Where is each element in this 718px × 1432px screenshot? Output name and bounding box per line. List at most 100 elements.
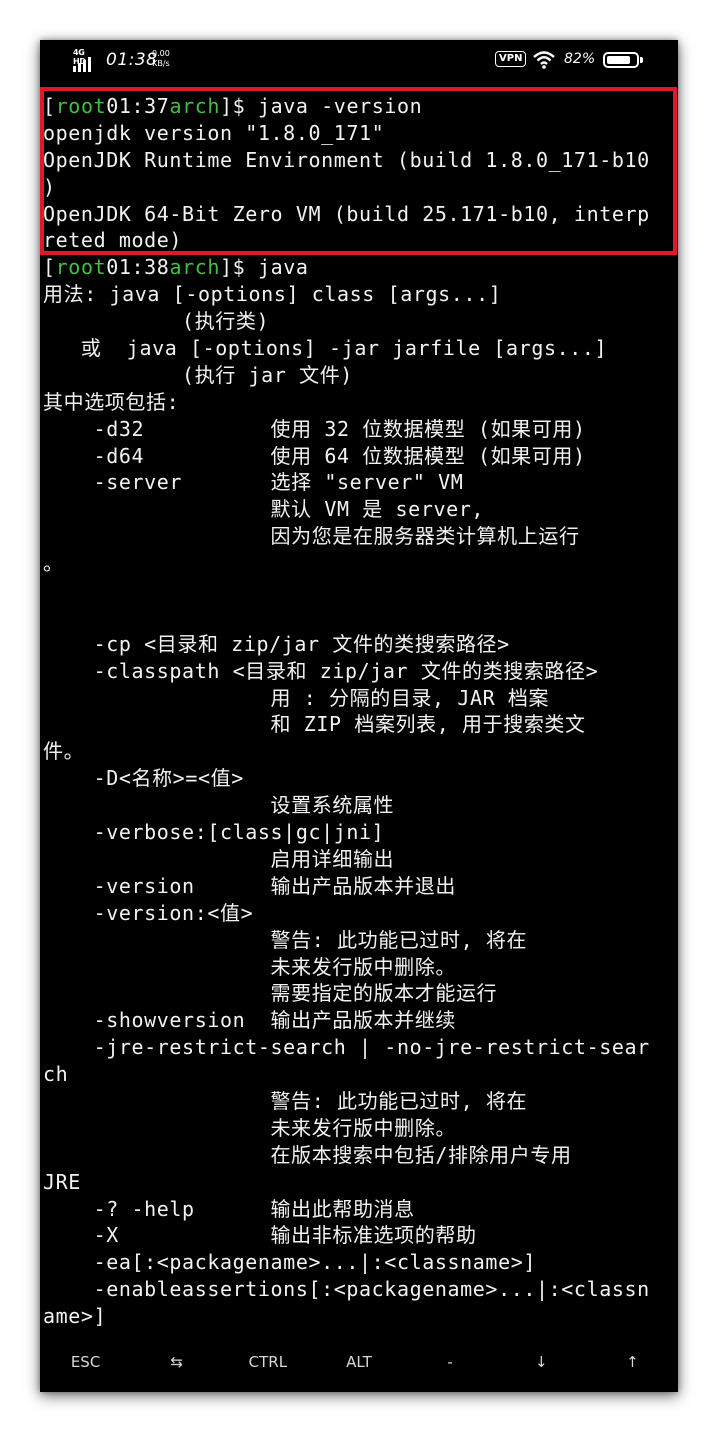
terminal-text: 01:38 — [106, 255, 170, 280]
clock: 01:38 — [106, 50, 158, 70]
terminal-text: -verbose:[class|gc|jni] — [43, 820, 385, 845]
terminal-text: openjdk version "1.8.0_171" — [43, 120, 385, 145]
wifi-icon — [532, 50, 556, 70]
terminal-text: -cp <目录和 zip/jar 文件的类搜索路径> — [43, 631, 510, 656]
terminal-text: 或 java [-options] -jar jarfile [args...] — [43, 336, 608, 361]
terminal-line: -server 选择 "server" VM — [43, 469, 673, 496]
terminal-line: reted mode) — [43, 227, 673, 254]
terminal-text: 其中选项包括: — [43, 389, 180, 414]
terminal-text: OpenJDK 64-Bit Zero VM (build 25.171-b10… — [43, 201, 650, 226]
terminal-line: 需要指定的版本才能运行 — [43, 980, 673, 1007]
terminal-line: OpenJDK Runtime Environment (build 1.8.0… — [43, 147, 673, 174]
terminal-text: -X 输出非标准选项的帮助 — [43, 1223, 477, 1248]
terminal-line: -version 输出产品版本并退出 — [43, 873, 673, 900]
tab-icon[interactable]: ⇆ — [131, 1353, 222, 1371]
terminal-line: -d32 使用 32 位数据模型 (如果可用) — [43, 416, 673, 443]
alt-key[interactable]: ALT — [313, 1353, 404, 1371]
terminal-text: -d64 使用 64 位数据模型 (如果可用) — [43, 443, 586, 468]
terminal-line: -showversion 输出产品版本并继续 — [43, 1007, 673, 1034]
terminal-line: 启用详细输出 — [43, 846, 673, 873]
terminal-text: [ — [43, 94, 56, 118]
prompt-highlight: root — [55, 94, 107, 118]
terminal-line: 或 java [-options] -jar jarfile [args...] — [43, 335, 673, 362]
terminal-line: 警告: 此功能已过时, 将在 — [43, 927, 673, 954]
terminal-line: -classpath <目录和 zip/jar 文件的类搜索路径> — [43, 658, 673, 685]
terminal-line: 用法: java [-options] class [args...] — [43, 281, 673, 308]
dash-key[interactable]: - — [405, 1353, 496, 1371]
terminal-text: -D<名称>=<值> — [43, 766, 244, 791]
terminal-text: 件。 — [43, 739, 85, 764]
terminal-line: -enableassertions[:<packagename>...|:<cl… — [43, 1276, 673, 1303]
esc-key[interactable]: ESC — [40, 1353, 131, 1371]
terminal-text: 默认 VM 是 server, — [43, 497, 485, 522]
terminal-line: ch — [43, 1061, 673, 1088]
terminal-line: (执行 jar 文件) — [43, 362, 673, 389]
terminal-line: 默认 VM 是 server, — [43, 496, 673, 523]
network-speed: 0.00 KB/s — [152, 49, 170, 69]
phone-screen: 4G HD 01:38 0.00 KB/s VPN 82% [root01:37… — [40, 40, 678, 1392]
terminal-text: (执行类) — [43, 309, 270, 334]
terminal-text: ]$ java -version — [220, 94, 423, 118]
terminal-line: ame>] — [43, 1303, 673, 1330]
terminal-line: openjdk version "1.8.0_171" — [43, 120, 673, 147]
arrow-up-icon[interactable]: ↑ — [587, 1353, 678, 1371]
terminal-text: 启用详细输出 — [43, 846, 395, 871]
terminal-text: -version:<值> — [43, 900, 254, 925]
terminal-line: 未来发行版中删除。 — [43, 1115, 673, 1142]
terminal-line: 未来发行版中删除。 — [43, 954, 673, 981]
terminal-text: 和 ZIP 档案列表, 用于搜索类文 — [43, 712, 586, 737]
terminal-text: 未来发行版中删除。 — [43, 954, 456, 979]
terminal-line: [root01:37arch]$ java -version — [43, 93, 673, 120]
vpn-badge: VPN — [495, 51, 527, 67]
terminal-line: 在版本搜索中包括/排除用户专用 — [43, 1142, 673, 1169]
terminal-line: 因为您是在服务器类计算机上运行 — [43, 523, 673, 550]
terminal-text: -classpath <目录和 zip/jar 文件的类搜索路径> — [43, 658, 599, 683]
terminal-text: 警告: 此功能已过时, 将在 — [43, 927, 528, 952]
terminal-text: -ea[:<packagename>...|:<classname>] — [43, 1250, 536, 1275]
terminal-line: -version:<值> — [43, 900, 673, 927]
terminal-output[interactable]: [root01:37arch]$ java -version openjdk ve… — [43, 93, 673, 1330]
terminal-line: -cp <目录和 zip/jar 文件的类搜索路径> — [43, 631, 673, 658]
terminal-text: 警告: 此功能已过时, 将在 — [43, 1088, 528, 1113]
signal-icon: 4G HD — [73, 48, 99, 72]
prompt-highlight: arch — [169, 94, 221, 118]
terminal-text: [ — [43, 255, 56, 280]
terminal-line: [root01:38arch]$ java — [43, 254, 673, 281]
terminal-text: ) — [43, 174, 56, 199]
terminal-text: 因为您是在服务器类计算机上运行 — [43, 524, 580, 549]
terminal-line: -D<名称>=<值> — [43, 765, 673, 792]
terminal-text: 在版本搜索中包括/排除用户专用 — [43, 1142, 572, 1167]
terminal-text: reted mode) — [43, 228, 183, 253]
battery-icon — [603, 52, 643, 68]
terminal-text: ch — [43, 1062, 69, 1087]
terminal-text: OpenJDK Runtime Environment (build 1.8.0… — [43, 147, 650, 172]
speed-unit: KB/s — [152, 59, 170, 68]
terminal-text: -enableassertions[:<packagename>...|:<cl… — [43, 1277, 650, 1302]
status-bar: 4G HD 01:38 0.00 KB/s VPN 82% — [40, 40, 678, 86]
terminal-line: -X 输出非标准选项的帮助 — [43, 1222, 673, 1249]
terminal-text: (执行 jar 文件) — [43, 362, 353, 387]
terminal-text: ame>] — [43, 1304, 107, 1329]
terminal-text: -d32 使用 32 位数据模型 (如果可用) — [43, 416, 586, 441]
terminal-line: 用 : 分隔的目录, JAR 档案 — [43, 685, 673, 712]
terminal-text: 。 — [43, 551, 64, 576]
prompt-highlight: arch — [169, 255, 221, 280]
terminal-line: JRE — [43, 1169, 673, 1196]
terminal-text: -version 输出产品版本并退出 — [43, 873, 456, 898]
terminal-line: -d64 使用 64 位数据模型 (如果可用) — [43, 443, 673, 470]
ctrl-key[interactable]: CTRL — [222, 1353, 313, 1371]
terminal-line: -? -help 输出此帮助消息 — [43, 1196, 673, 1223]
arrow-down-icon[interactable]: ↓ — [496, 1353, 587, 1371]
terminal-line: (执行类) — [43, 308, 673, 335]
terminal-line: ) — [43, 174, 673, 201]
terminal-text: -jre-restrict-search | -no-jre-restrict-… — [43, 1035, 650, 1060]
terminal-line: -ea[:<packagename>...|:<classname>] — [43, 1249, 673, 1276]
speed-value: 0.00 — [152, 49, 170, 58]
terminal-line: 。 — [43, 550, 673, 577]
terminal-text: -? -help 输出此帮助消息 — [43, 1196, 415, 1221]
terminal-line: 警告: 此功能已过时, 将在 — [43, 1088, 673, 1115]
terminal-text: JRE — [43, 1169, 81, 1194]
extra-keys-bar: ESC ⇆ CTRL ALT - ↓ ↑ — [40, 1340, 678, 1384]
